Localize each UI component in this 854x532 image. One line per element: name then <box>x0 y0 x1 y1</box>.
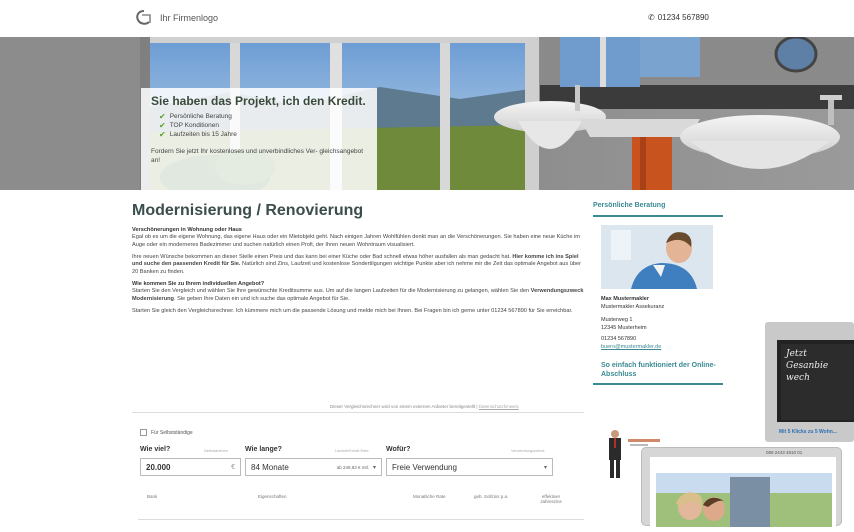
header-phone[interactable]: ✆ 01234 567890 <box>648 13 709 22</box>
divider <box>138 519 584 520</box>
hero-benefit-item: ✔ TOP Konditionen <box>159 121 367 130</box>
calculator-note-text: Dieser Vergleichsrechner wird von einem … <box>330 404 479 409</box>
advisor-phone[interactable]: 01234 567890 <box>601 335 723 343</box>
divider <box>132 412 584 413</box>
divider <box>593 383 723 385</box>
advisor-name-text: Max Mustermakler <box>601 296 649 302</box>
column-header-bank: Bank <box>147 494 158 499</box>
section-paragraph: Ihre neuen Wünsche bekommen an dieser St… <box>132 254 584 277</box>
hero-benefit-item: ✔ Laufzeiten bis 15 Jahre <box>159 130 367 139</box>
column-header-effective-rate: effektiver Jahreszins <box>540 494 562 504</box>
purpose-label: Wofür? <box>386 446 411 453</box>
amount-label: Wie viel? <box>140 446 171 453</box>
paragraph-text: Ihre neuen Wünsche bekommen an dieser St… <box>132 253 513 260</box>
header-phone-number: 01234 567890 <box>657 13 709 22</box>
duration-label: Wie lange? <box>245 446 282 453</box>
hero-benefit-label: Laufzeiten bis 15 Jahre <box>169 131 237 138</box>
checkmark-icon: ✔ <box>159 112 166 121</box>
purpose-sublabel: Verwendungszweck <box>511 449 545 453</box>
hero-banner: Sie haben das Projekt, ich den Kredit. ✔… <box>0 37 854 190</box>
advisor-email-link[interactable]: buero@mustermakler.de <box>601 343 723 351</box>
advisor-company: Mustermakler Assekuranz <box>601 304 665 310</box>
self-employed-label: Für Selbstständige <box>151 429 193 436</box>
tablet-family-image <box>650 457 836 527</box>
chevron-down-icon: ▾ <box>372 464 376 471</box>
purpose-value: Freie Verwendung <box>392 462 457 472</box>
advisor-city: 12345 Musterheim <box>601 325 647 331</box>
self-employed-checkbox[interactable] <box>140 429 147 436</box>
hero-benefit-label: Persönliche Beratung <box>169 113 232 120</box>
hero-cta-text: Fordern Sie jetzt Ihr kostenloses und un… <box>151 148 364 164</box>
hero-headline: Sie haben das Projekt, ich den Kredit. <box>151 94 366 108</box>
tablet-screen <box>650 457 836 527</box>
hero-bathroom-image <box>0 37 854 190</box>
section-paragraph: Starten Sie gleich den Vergleichsrechner… <box>132 307 573 314</box>
amount-input[interactable]: 20.000 € <box>140 458 241 476</box>
promo-link[interactable]: Mit 5 Klicks zu 5 Wohn... <box>779 429 837 435</box>
duration-value: 84 Monate <box>251 462 289 472</box>
self-employed-option[interactable]: Für Selbstständige <box>140 429 193 436</box>
amount-value: 20.000 <box>146 462 171 472</box>
section-paragraph: Egal ob es um die eigene Wohnung, das ei… <box>132 234 580 248</box>
column-header-features: Eigenschaften <box>258 494 287 499</box>
promo-tablet[interactable]: 089 2443 4810 01 <box>641 447 842 527</box>
hero-benefit-list: ✔ Persönliche Beratung ✔ TOP Konditionen ✔… <box>159 112 367 139</box>
hero-benefit-item: ✔ Persönliche Beratung <box>159 112 367 121</box>
calculator-note: Dieser Vergleichsrechner wird von einem … <box>330 404 519 409</box>
advisor-photo <box>601 225 713 289</box>
purpose-select[interactable]: Freie Verwendung ▾ <box>386 458 553 476</box>
hero-promo-box: Sie haben das Projekt, ich den Kredit. ✔… <box>141 88 377 190</box>
company-logo[interactable]: Ihr Firmenlogo <box>134 9 218 27</box>
logo-icon <box>136 10 151 25</box>
online-process-title: So einfach funktioniert der Online-Absch… <box>601 362 716 378</box>
chalkboard-text: Jetzt Gesanbie wech <box>781 344 854 420</box>
phone-icon: ✆ <box>648 13 655 22</box>
checkmark-icon: ✔ <box>159 121 166 130</box>
duration-select[interactable]: 84 Monate ab 249,83 € mtl. ▾ <box>245 458 382 476</box>
column-header-interest: geb. Sollzins p.a. <box>474 494 509 499</box>
chevron-down-icon: ▾ <box>543 464 547 471</box>
top-bar: Ihr Firmenlogo ✆ 01234 567890 <box>0 0 854 37</box>
advisor-contact: Max Mustermakler Mustermakler Assekuranz… <box>601 295 723 351</box>
advisor-street: Musterweg 1 <box>601 317 633 323</box>
tablet-phone-number: 089 2443 4810 01 <box>766 450 803 455</box>
promo-monitor[interactable]: Jetzt Gesanbie wech Mit 5 Klicks zu 5 Wo… <box>765 322 854 442</box>
advisor-portrait-image <box>601 225 713 289</box>
sidebar: Persönliche Beratung Max Mustermakler Mu… <box>593 202 723 385</box>
advisor-name: Max Mustermakler <box>601 295 723 303</box>
sidebar-advice-title: Persönliche Beratung <box>593 202 723 217</box>
paragraph-text: . Sie geben Ihre Daten ein und ich suche… <box>173 295 350 302</box>
logo-text: Ihr Firmenlogo <box>160 13 219 23</box>
paragraph-text: Starten Sie den Vergleich und wählen Sie… <box>132 287 531 294</box>
main-content: Modernisierung / Renovierung Verschöneru… <box>132 202 584 319</box>
page-title: Modernisierung / Renovierung <box>132 202 364 219</box>
duration-sublabel: Laufzeit/Kredit-Rate <box>335 449 369 453</box>
privacy-link[interactable]: Datenschutzhinweis <box>479 404 519 409</box>
currency-unit: € <box>231 463 235 471</box>
hero-benefit-label: TOP Konditionen <box>169 122 219 129</box>
column-header-monthly-rate: Monatliche Rate <box>413 494 446 499</box>
duration-rate: ab 249,83 € mtl. <box>336 464 369 470</box>
section-heading: Wie kommen Sie zu Ihrem individuellen An… <box>132 280 265 287</box>
amount-sublabel: Nettodarlehen <box>204 449 228 453</box>
section-heading: Verschönerungen in Wohnung oder Haus <box>132 227 242 233</box>
section-paragraph: Starten Sie den Vergleich und wählen Sie… <box>132 288 584 304</box>
checkmark-icon: ✔ <box>159 130 166 139</box>
